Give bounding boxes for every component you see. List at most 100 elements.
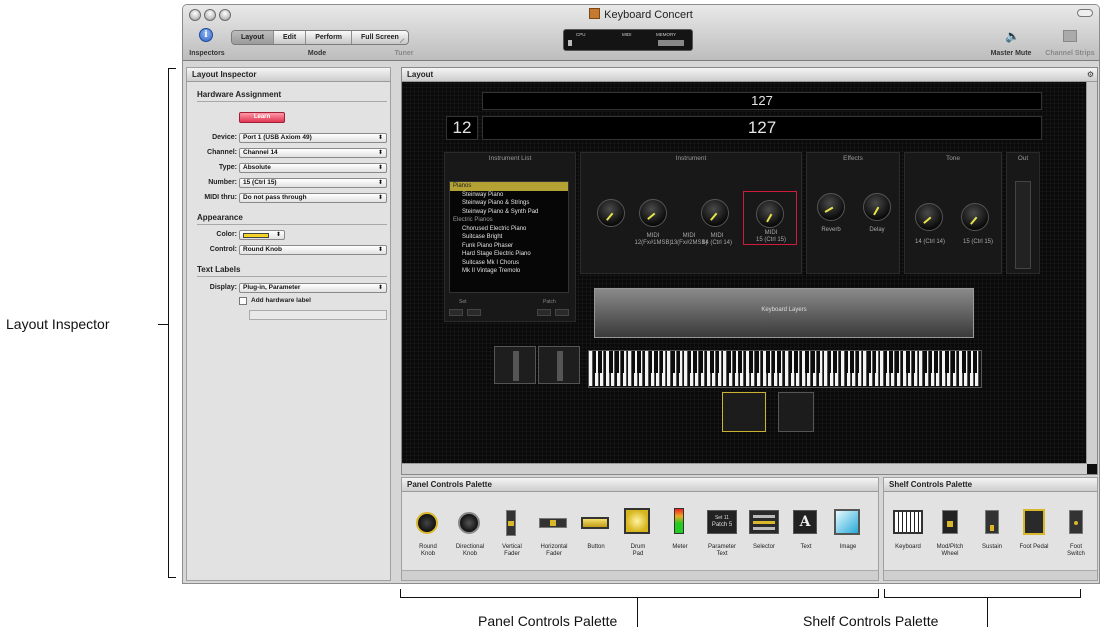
panel-palette-scrollbar[interactable] [402,570,878,580]
black-key[interactable] [945,351,949,373]
black-key[interactable] [637,351,641,373]
horizontal-scrollbar[interactable] [402,463,1087,474]
black-key[interactable] [755,351,759,373]
black-key[interactable] [928,351,933,373]
keyboard-layers[interactable]: Keyboard Layers [594,288,974,338]
black-key[interactable] [816,351,821,373]
shelf-palette-scrollbar[interactable] [884,570,1097,580]
patch-down-button[interactable] [537,309,551,316]
display-popup[interactable]: Plug-in, Parameter [239,283,387,293]
info-icon[interactable]: i [199,28,213,42]
mode-perform-button[interactable]: Perform [306,31,353,44]
black-key[interactable] [609,351,613,373]
horizontal-fader-icon[interactable] [539,512,569,536]
black-key[interactable] [676,351,681,373]
black-key[interactable] [855,351,860,373]
left-display[interactable]: 12 [446,116,478,140]
learn-button[interactable]: Learn [239,112,285,123]
parameter-text-icon[interactable]: Set 11 Patch 5 [707,510,737,536]
toolbar-toggle-button[interactable] [1077,9,1093,17]
speaker-icon[interactable]: 🔈 [1005,29,1020,43]
button-icon[interactable] [581,512,611,536]
top-display[interactable]: 127 [482,92,1042,110]
black-key[interactable] [844,351,849,373]
gear-icon[interactable]: ⚙ [1087,70,1094,79]
black-key[interactable] [592,351,597,373]
instrument-list-item[interactable]: Steinway Piano & Synth Pad [450,208,568,217]
black-key[interactable] [727,351,731,373]
text-icon[interactable]: A [791,510,821,536]
drum-pad-icon[interactable] [623,508,653,536]
black-key[interactable] [710,351,714,373]
control-popup[interactable]: Round Knob [239,245,387,255]
black-key[interactable] [648,351,653,373]
keyboard[interactable] [588,350,982,388]
black-key[interactable] [850,351,854,373]
black-key[interactable] [671,351,675,373]
round-knob[interactable] [915,203,943,231]
keyboard-icon[interactable] [893,510,923,536]
round-knob[interactable] [817,193,845,221]
black-key[interactable] [654,351,658,373]
instrument-list-item[interactable]: Steinway Piano [450,191,568,200]
main-display[interactable]: 127 [482,116,1042,140]
set-up-button[interactable] [467,309,481,316]
black-key[interactable] [962,351,966,373]
black-key[interactable] [738,351,742,373]
mod-wheel[interactable] [538,346,580,384]
black-key[interactable] [771,351,776,373]
black-key[interactable] [973,351,977,373]
mode-edit-button[interactable]: Edit [273,31,307,44]
instrument-list-item[interactable]: Steinway Piano & Strings [450,199,568,208]
vertical-scrollbar[interactable] [1086,82,1097,464]
tuner-fork-icon[interactable]: ⸝ [399,29,409,45]
black-key[interactable] [732,351,737,373]
color-popup[interactable] [239,230,285,240]
black-key[interactable] [895,351,899,373]
black-key[interactable] [598,351,602,373]
black-key[interactable] [951,351,955,373]
black-key[interactable] [923,351,927,373]
black-key[interactable] [805,351,809,373]
round-knob[interactable] [597,199,625,227]
directional-knob-icon[interactable] [455,512,485,536]
channel-strips-icon[interactable] [1063,30,1077,42]
patch-up-button[interactable] [555,309,569,316]
black-key[interactable] [659,351,664,373]
pitch-wheel[interactable] [494,346,536,384]
midi-thru-popup[interactable]: Do not pass through [239,193,387,203]
round-knob-icon[interactable] [413,512,443,536]
round-knob[interactable] [961,203,989,231]
image-icon[interactable] [833,509,863,536]
black-key[interactable] [749,351,753,373]
instrument-list[interactable]: Pianos Steinway Piano Steinway Piano & Str… [449,181,569,293]
black-key[interactable] [693,351,697,373]
device-popup[interactable]: Port 1 (USB Axiom 49) [239,133,387,143]
black-key[interactable] [788,351,793,373]
meter-icon[interactable] [665,508,695,536]
set-down-button[interactable] [449,309,463,316]
black-key[interactable] [883,351,888,373]
round-knob[interactable] [863,193,891,221]
black-key[interactable] [811,351,815,373]
black-key[interactable] [967,351,972,373]
black-key[interactable] [620,351,625,373]
foot-pedal[interactable] [722,392,766,432]
mode-layout-button[interactable]: Layout [232,31,274,44]
selected-knob-frame[interactable]: MIDI 15 (Ctrl 15) [743,191,797,245]
number-popup[interactable]: 15 (Ctrl 15) [239,178,387,188]
black-key[interactable] [889,351,893,373]
black-key[interactable] [715,351,720,373]
instrument-list-item[interactable]: Hard Stage Electric Piano [450,250,568,259]
vertical-fader-icon[interactable] [497,510,527,536]
hardware-label-field[interactable] [249,310,387,320]
instrument-list-item[interactable]: Chorused Electric Piano [450,225,568,234]
instrument-category[interactable]: Pianos [450,182,568,191]
instrument-list-item[interactable]: Mk II Vintage Tremolo [450,267,568,276]
black-key[interactable] [794,351,798,373]
round-knob-selected[interactable] [756,200,784,228]
sustain-pedal[interactable] [778,392,814,432]
black-key[interactable] [934,351,938,373]
black-key[interactable] [777,351,781,373]
black-key[interactable] [631,351,636,373]
